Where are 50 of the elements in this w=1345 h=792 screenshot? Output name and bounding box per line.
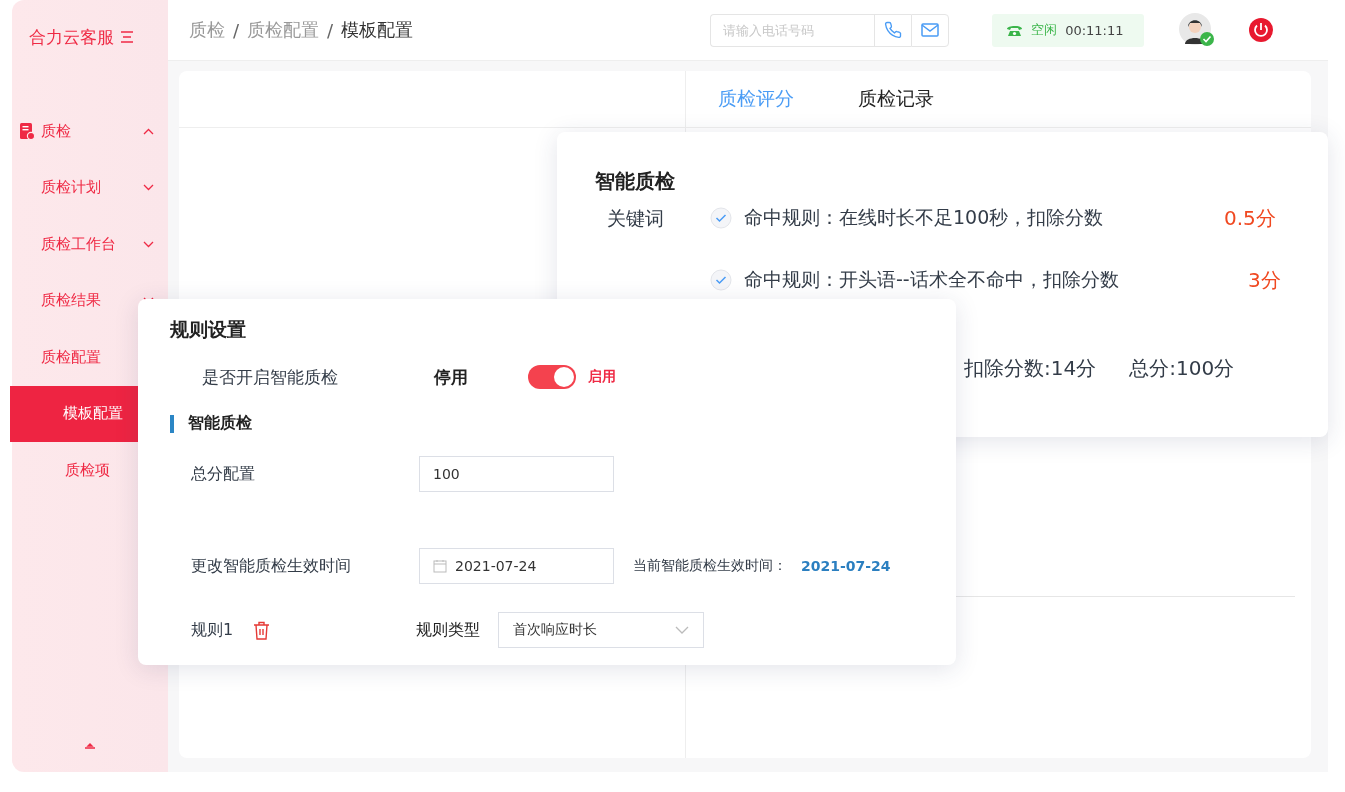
- score-input[interactable]: 100: [419, 456, 614, 492]
- field-label: 总分配置: [191, 463, 256, 485]
- rule-type-select[interactable]: 首次响应时长: [498, 612, 705, 648]
- collapse-icon[interactable]: [85, 743, 95, 750]
- deduction-score: 3分: [1248, 266, 1281, 294]
- menu-item[interactable]: 质检: [12, 103, 168, 160]
- mail-icon[interactable]: [911, 13, 950, 47]
- breadcrumb-item[interactable]: 质检配置: [247, 18, 320, 42]
- field-label: 更改智能质检生效时间: [191, 555, 352, 577]
- breadcrumb-item: 模板配置: [341, 18, 414, 42]
- chevron-icon: [143, 184, 154, 192]
- breadcrumb-item[interactable]: 质检: [189, 18, 225, 42]
- trash-icon[interactable]: [253, 620, 271, 640]
- field-label: 规则类型: [416, 619, 481, 641]
- calendar-icon: [433, 559, 447, 573]
- chevron-icon: [143, 127, 154, 135]
- call-timer: 00:11:11: [1065, 22, 1124, 38]
- current-date: 2021-07-24: [801, 558, 891, 574]
- document-icon: [20, 122, 35, 140]
- menu-item[interactable]: 质检计划: [12, 159, 168, 216]
- current-date-label: 当前智能质检生效时间：: [633, 557, 787, 575]
- chevron-icon: [143, 240, 154, 248]
- switch-label: 是否开启智能质检: [202, 365, 338, 389]
- rule-name: 规则1: [191, 619, 234, 641]
- deducted-score: 扣除分数:14分: [964, 355, 1097, 382]
- total-score: 总分:100分: [1129, 355, 1235, 382]
- card-title: 规则设置: [170, 317, 247, 342]
- off-label: 停用: [434, 365, 468, 389]
- menu-item[interactable]: 质检工作台: [12, 216, 168, 273]
- category-label: 关键词: [606, 206, 665, 231]
- telephone-icon: [1006, 23, 1024, 37]
- rule-text: 命中规则：开头语--话术全不命中，扣除分数: [744, 267, 1120, 292]
- phone-icon[interactable]: [874, 13, 912, 47]
- section-title: 智能质检: [188, 413, 252, 434]
- date-field[interactable]: 2021-07-24: [419, 548, 614, 584]
- rule-text: 命中规则：在线时长不足100秒，扣除分数: [744, 205, 1105, 230]
- power-icon[interactable]: [1248, 17, 1275, 43]
- tab[interactable]: 质检记录: [858, 86, 934, 112]
- avatar[interactable]: [1179, 13, 1216, 47]
- chevron-icon: [675, 626, 690, 634]
- card-title: 智能质检: [595, 168, 676, 195]
- breadcrumb-separator: /: [233, 19, 240, 41]
- deduction-score: 0.5分: [1224, 204, 1276, 232]
- tab[interactable]: 质检评分: [718, 86, 794, 112]
- brand-name: 合力云客服: [29, 25, 114, 49]
- breadcrumb-separator: /: [327, 19, 334, 41]
- status-label: 空闲: [1031, 21, 1058, 39]
- menu-icon[interactable]: [120, 31, 134, 43]
- toggle-switch[interactable]: [528, 365, 576, 389]
- on-label: 启用: [588, 368, 616, 386]
